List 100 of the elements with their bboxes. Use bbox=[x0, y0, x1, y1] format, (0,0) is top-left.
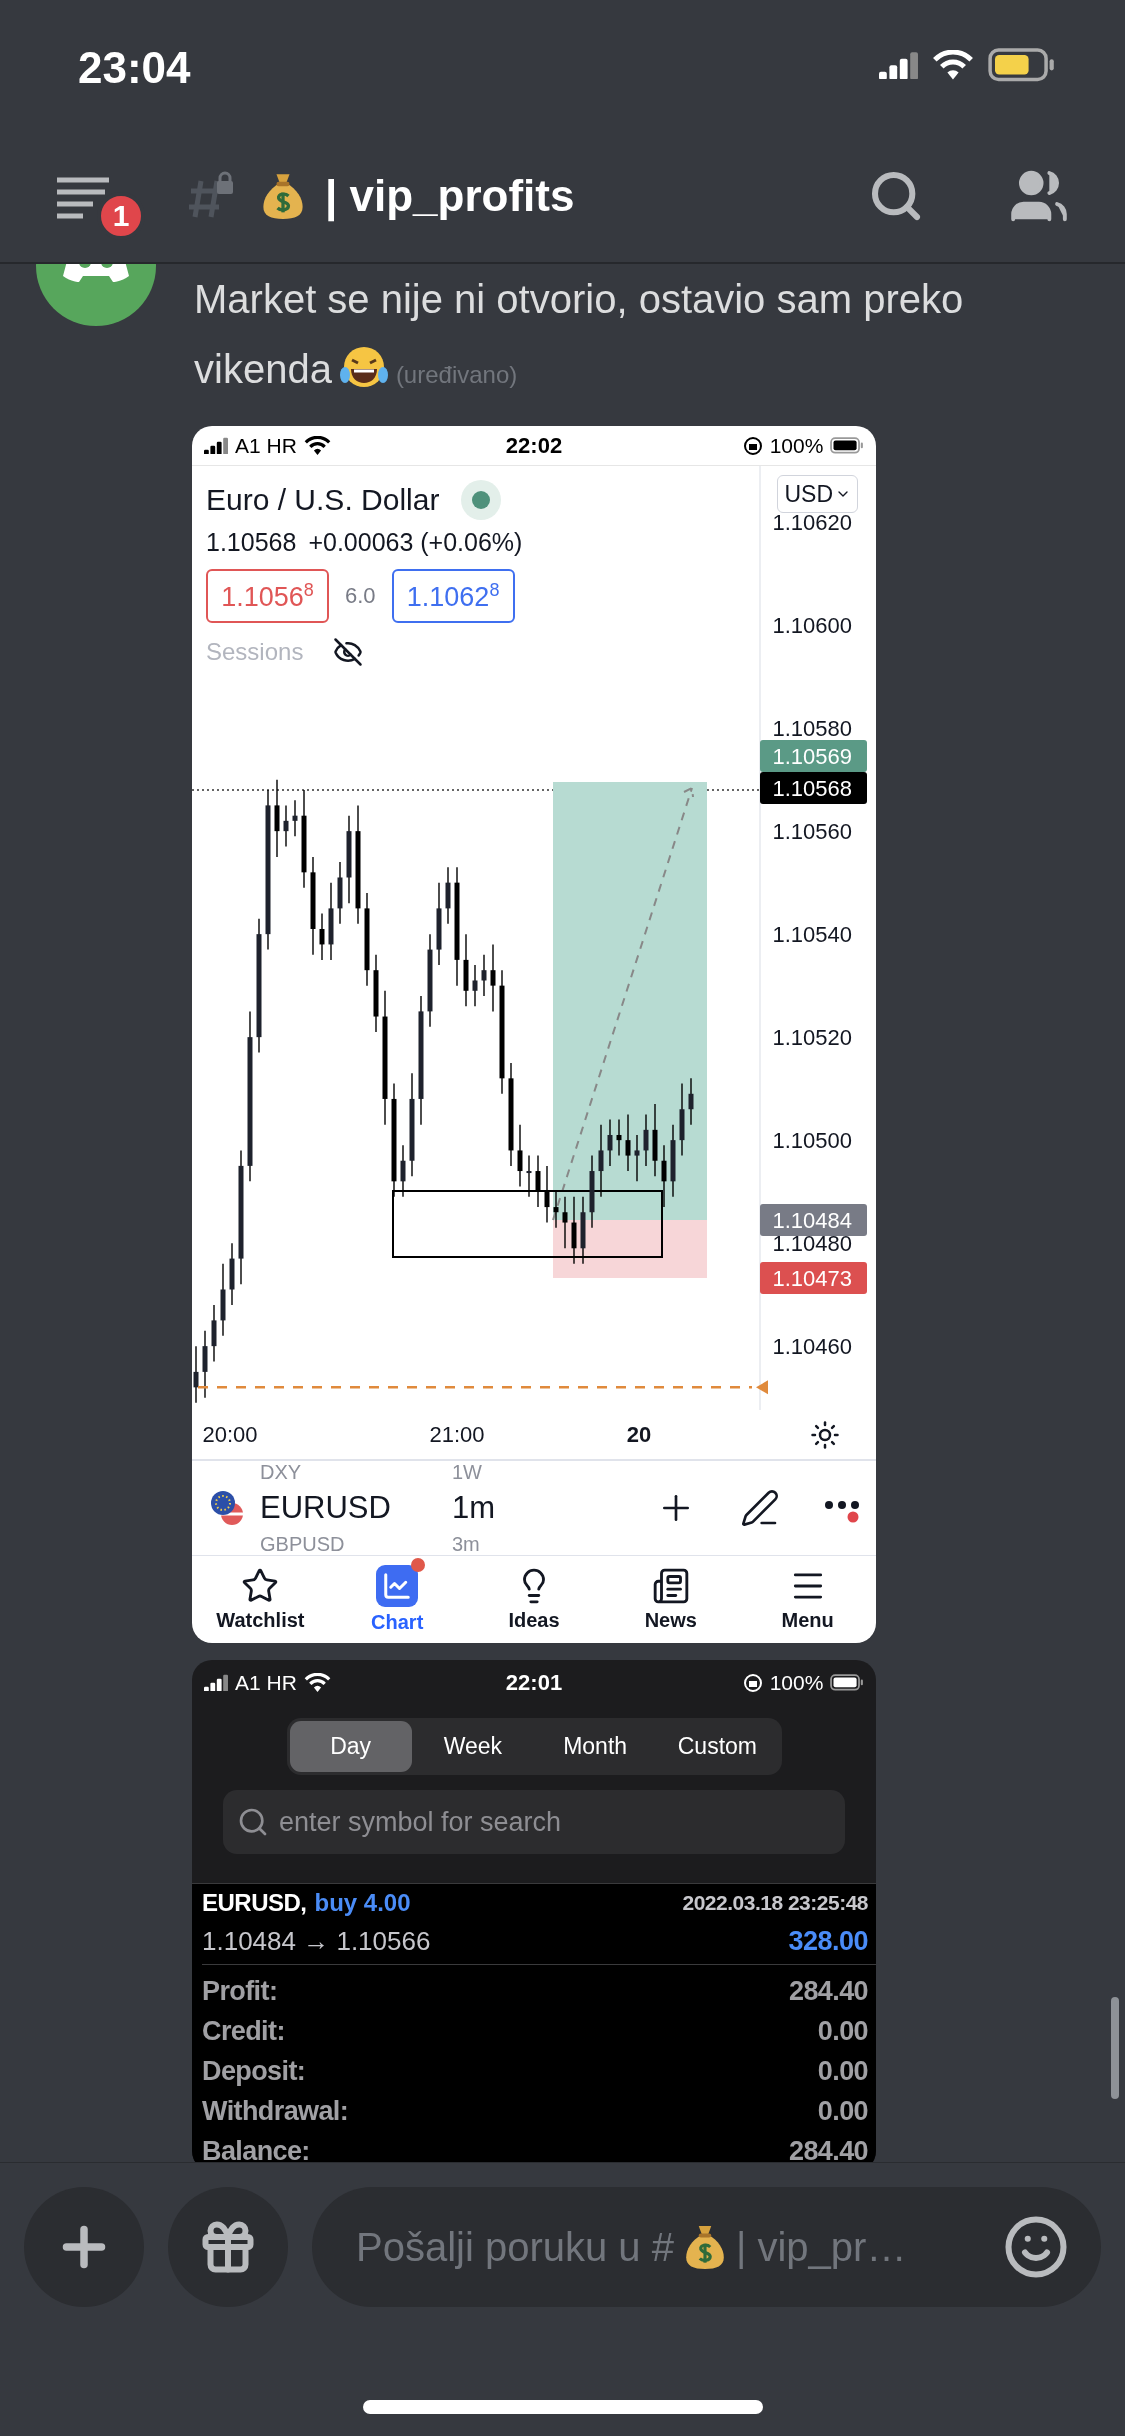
period-tab[interactable]: Month bbox=[534, 1721, 657, 1772]
candle bbox=[526, 1154, 532, 1198]
tab-label: Chart bbox=[371, 1611, 424, 1634]
candle bbox=[634, 1134, 640, 1183]
candle bbox=[193, 1345, 199, 1404]
orientation-lock-icon bbox=[742, 435, 763, 456]
eye-off-icon[interactable] bbox=[333, 637, 364, 667]
price-label: 1.10460 bbox=[772, 1334, 852, 1360]
tab-label: Ideas bbox=[508, 1609, 560, 1632]
tab-label: News bbox=[644, 1609, 697, 1632]
battery-icon bbox=[830, 1674, 864, 1691]
alert-line[interactable] bbox=[198, 1380, 768, 1395]
summary-label: Profit: bbox=[202, 1975, 278, 2007]
candle bbox=[229, 1242, 235, 1306]
sessions-label: Sessions bbox=[206, 638, 304, 666]
price-label: 1.10620 bbox=[772, 510, 852, 536]
summary-value: 284.40 bbox=[789, 1975, 868, 2007]
tab-label: Watchlist bbox=[216, 1609, 305, 1632]
candle bbox=[337, 861, 343, 925]
trade-prices: 1.10484 → 1.10566 bbox=[202, 1925, 431, 1957]
summary-label: Withdrawal: bbox=[202, 2095, 349, 2127]
signal-icon bbox=[204, 1673, 228, 1692]
symbol-title: Euro / U.S. Dollar bbox=[206, 483, 440, 517]
candle bbox=[292, 799, 298, 837]
placeholder-text: | vip_pr… bbox=[735, 2224, 907, 2270]
message-text: Market se nije ni otvorio, ostavio sam preko vikenda (uređivano) bbox=[194, 276, 965, 393]
trade-side: buy 4.00 bbox=[314, 1889, 411, 1916]
channel-name: | vip_profits bbox=[325, 171, 575, 221]
price-tag: 1.10569 bbox=[760, 740, 867, 772]
time-label: 21:00 bbox=[429, 1422, 485, 1448]
wifi-icon bbox=[303, 1672, 331, 1693]
summary-value: 284.40 bbox=[789, 2135, 868, 2162]
pen-icon[interactable] bbox=[740, 1488, 780, 1528]
tab[interactable]: News bbox=[602, 1556, 740, 1643]
candle bbox=[544, 1165, 550, 1224]
candle bbox=[202, 1330, 208, 1399]
search-field[interactable]: enter symbol for search bbox=[223, 1790, 845, 1854]
placeholder-text: Pošalji poruku u # bbox=[356, 2224, 674, 2270]
candle bbox=[490, 943, 496, 1013]
status-time: 22:01 bbox=[505, 1669, 563, 1696]
long-position-drawing[interactable] bbox=[552, 782, 707, 1278]
summary-value: 0.00 bbox=[817, 2015, 868, 2047]
buy-button[interactable]: 1.1062$^{8}$ bbox=[391, 569, 515, 623]
summary-value: 0.00 bbox=[817, 2055, 868, 2087]
summary-value: 0.00 bbox=[817, 2095, 868, 2127]
price-tag: 1.10568 bbox=[760, 772, 867, 804]
chart-icon bbox=[376, 1565, 419, 1607]
symbol-name[interactable]: EURUSD bbox=[260, 1483, 440, 1533]
newspaper-icon bbox=[651, 1567, 690, 1605]
price-label: 1.10540 bbox=[772, 922, 852, 948]
price-label: 1.10600 bbox=[772, 613, 852, 639]
candle bbox=[625, 1113, 631, 1172]
period-tab[interactable]: Week bbox=[411, 1721, 534, 1772]
price-tag: 1.10473 bbox=[760, 1262, 867, 1294]
emoji-icon[interactable] bbox=[1003, 2214, 1069, 2280]
battery-icon bbox=[987, 48, 1055, 82]
search-placeholder: enter symbol for search bbox=[279, 1806, 562, 1838]
battery-percent: 100% bbox=[769, 433, 824, 458]
price-label: 1.10500 bbox=[772, 1128, 852, 1154]
candle bbox=[562, 1196, 568, 1249]
candle bbox=[616, 1118, 622, 1157]
time-label: 20:00 bbox=[202, 1422, 258, 1448]
tab[interactable]: Chart bbox=[328, 1556, 466, 1643]
last-price: 1.10568 bbox=[206, 528, 297, 557]
tab-label: Menu bbox=[781, 1609, 834, 1632]
interval-value[interactable]: 1m bbox=[452, 1483, 496, 1533]
period-tab[interactable]: Custom bbox=[656, 1721, 779, 1772]
candle bbox=[643, 1113, 649, 1167]
tab[interactable]: Ideas bbox=[465, 1556, 603, 1643]
trade-result: 328.00 bbox=[788, 1925, 868, 1957]
wifi-icon bbox=[931, 49, 974, 81]
status-time: 22:02 bbox=[505, 432, 563, 459]
candle bbox=[400, 1144, 406, 1198]
candle bbox=[319, 912, 325, 961]
price-label: 1.10560 bbox=[772, 819, 852, 845]
market-status-icon bbox=[461, 480, 502, 520]
summary-label: Balance: bbox=[202, 2135, 310, 2162]
trade-symbol: EURUSD, bbox=[202, 1889, 307, 1916]
candle bbox=[688, 1077, 694, 1126]
summary-label: Deposit: bbox=[202, 2055, 306, 2087]
tab[interactable]: Watchlist bbox=[192, 1556, 329, 1643]
currency-dropdown[interactable]: USD bbox=[777, 475, 858, 513]
candle bbox=[607, 1118, 613, 1167]
carrier-name: A1 HR bbox=[235, 1670, 297, 1695]
sun-icon[interactable] bbox=[810, 1420, 840, 1450]
price-tag: 1.10484 bbox=[760, 1204, 867, 1236]
period-tab[interactable]: Day bbox=[289, 1721, 412, 1772]
candle bbox=[553, 1190, 559, 1229]
tab[interactable]: Menu bbox=[739, 1556, 876, 1643]
time-label: 20 bbox=[626, 1422, 652, 1448]
scrollbar[interactable] bbox=[1111, 1997, 1119, 2099]
star-icon bbox=[241, 1567, 280, 1605]
rectangle-outline[interactable] bbox=[392, 1190, 663, 1258]
candle bbox=[481, 954, 487, 997]
candle bbox=[535, 1154, 541, 1208]
trade-time: 2022.03.18 23:25:48 bbox=[682, 1891, 868, 1915]
spread-value: 6.0 bbox=[345, 583, 376, 609]
status-time: 23:04 bbox=[78, 42, 191, 93]
candle bbox=[472, 964, 478, 1007]
sell-button[interactable]: 1.1056$^{8}$ bbox=[206, 569, 329, 623]
